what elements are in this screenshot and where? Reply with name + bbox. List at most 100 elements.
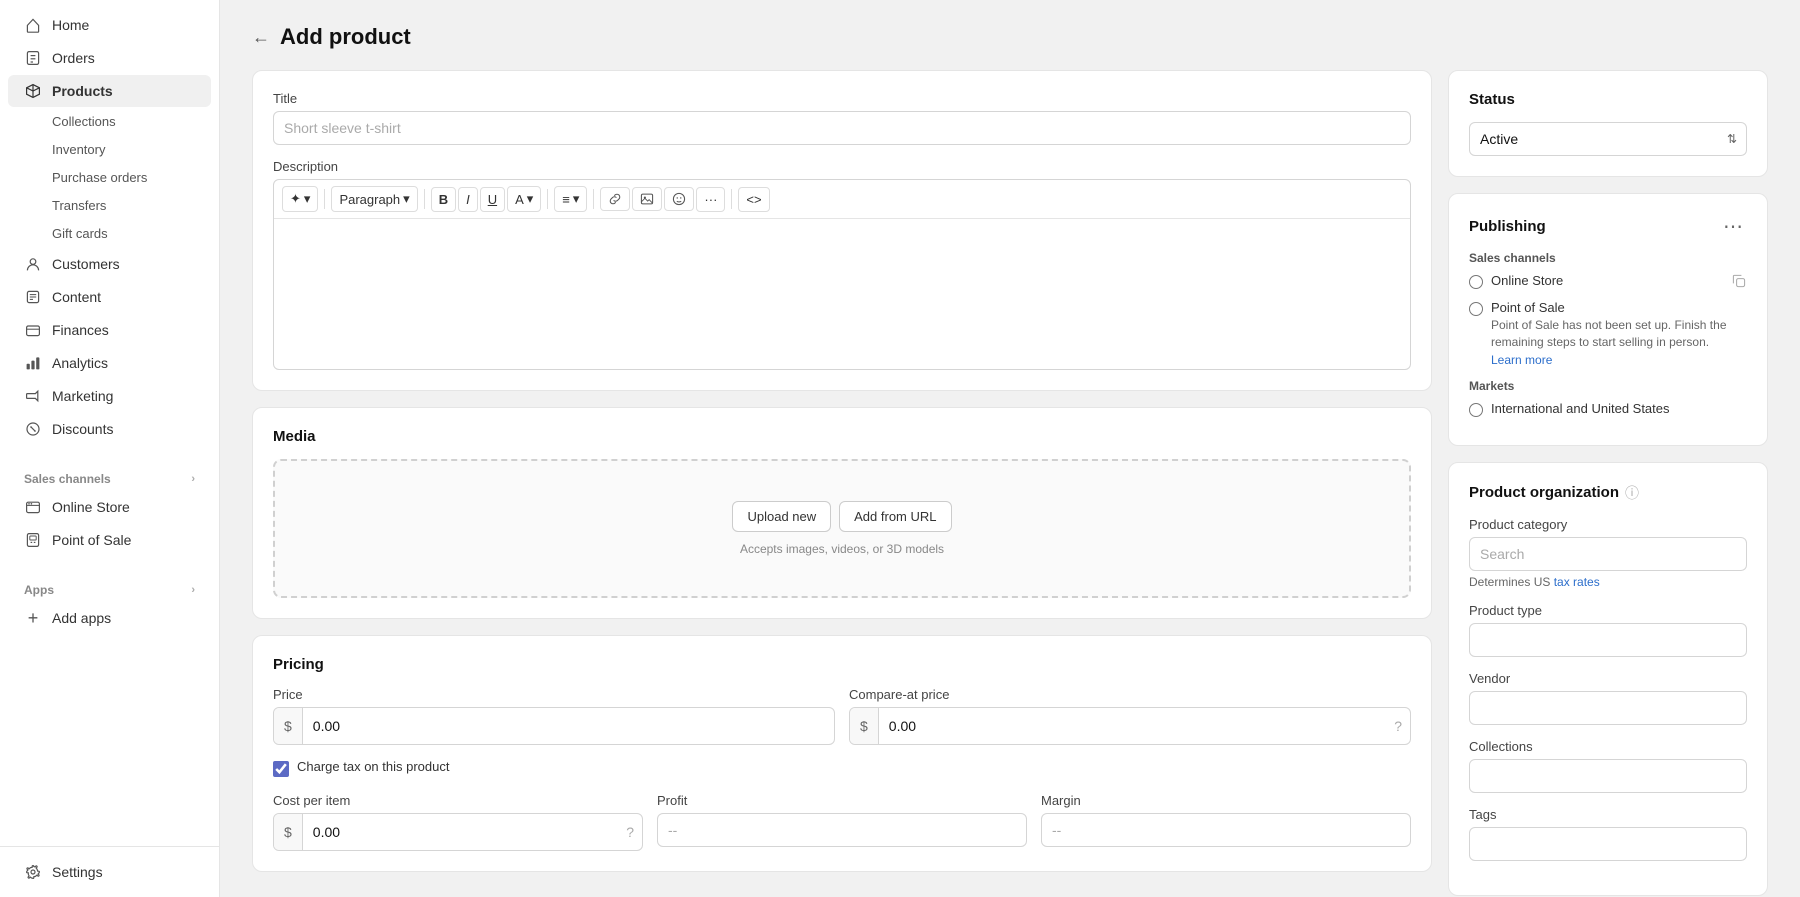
intl-us-radio[interactable] [1469,403,1483,417]
tags-input[interactable] [1469,827,1747,861]
pricing-bottom-row: Cost per item $ ? Profit Margin [273,793,1411,851]
media-upload-btns: Upload new Add from URL [732,501,951,532]
pos-icon [24,531,42,549]
align-btn[interactable]: ≡ ▾ [554,186,587,212]
price-prefix: $ [274,708,303,744]
sidebar-item-products[interactable]: Products [8,75,211,107]
upload-new-btn[interactable]: Upload new [732,501,831,532]
back-button[interactable]: ← [252,27,270,48]
emoji-btn[interactable] [664,187,694,211]
intl-us-name: International and United States [1491,401,1670,416]
color-btn[interactable]: A ▾ [507,186,541,212]
sidebar-item-finances[interactable]: Finances [8,314,211,346]
sidebar-item-point-of-sale[interactable]: Point of Sale [8,524,211,556]
tax-rates-link[interactable]: tax rates [1554,575,1600,589]
copy-link-icon[interactable] [1731,273,1747,292]
category-input[interactable] [1469,537,1747,571]
finances-icon [24,321,42,339]
add-from-url-btn[interactable]: Add from URL [839,501,951,532]
vendor-label: Vendor [1469,671,1747,686]
sidebar-sub-gift-cards[interactable]: Gift cards [8,220,211,247]
more-btn[interactable]: ··· [696,187,725,212]
price-input[interactable] [303,710,834,742]
pos-radio[interactable] [1469,302,1483,316]
code-btn[interactable]: <> [738,187,769,212]
vendor-input[interactable] [1469,691,1747,725]
chevron-apps-icon: › [191,584,195,596]
status-select[interactable]: Active Draft [1469,122,1747,156]
products-label: Products [52,83,113,99]
gift-cards-label: Gift cards [52,226,108,241]
product-type-label: Product type [1469,603,1747,618]
customers-label: Customers [52,256,120,272]
sidebar-sub-inventory[interactable]: Inventory [8,136,211,163]
underline-btn[interactable]: U [480,187,505,212]
cost-input[interactable] [303,816,618,848]
sidebar-sub-purchase-orders[interactable]: Purchase orders [8,164,211,191]
sidebar-item-customers[interactable]: Customers [8,248,211,280]
ai-btn[interactable]: ✦ ▾ [282,186,318,212]
charge-tax-checkbox[interactable] [273,761,289,777]
org-card: Product organization ⓘ Product category … [1448,462,1768,896]
settings-icon [24,863,42,881]
media-upload-area: Upload new Add from URL Accepts images, … [273,459,1411,598]
sidebar-item-settings[interactable]: Settings [8,856,211,888]
product-type-field: Product type [1469,603,1747,657]
pos-desc: Point of Sale has not been set up. Finis… [1491,317,1747,351]
compare-price-field: Compare-at price $ ? [849,687,1411,745]
charge-tax-row: Charge tax on this product [273,759,1411,779]
link-btn[interactable] [600,187,630,211]
compare-price-info-icon: ? [1386,718,1410,734]
settings-label: Settings [52,864,103,880]
publishing-menu-btn[interactable]: ⋯ [1719,214,1747,239]
customers-icon [24,255,42,273]
image-btn[interactable] [632,187,662,211]
publishing-header: Publishing ⋯ [1469,214,1747,239]
sidebar-item-analytics[interactable]: Analytics [8,347,211,379]
sidebar-item-home[interactable]: Home [8,9,211,41]
page-title: Add product [280,24,411,50]
publishing-card: Publishing ⋯ Sales channels Online Store [1448,193,1768,446]
media-title: Media [273,428,1411,445]
collections-field: Collections [1469,739,1747,793]
cost-label: Cost per item [273,793,643,808]
title-input[interactable] [273,111,1411,145]
title-label: Title [273,91,1411,106]
collections-input[interactable] [1469,759,1747,793]
product-type-input[interactable] [1469,623,1747,657]
separator-3 [547,189,548,209]
publishing-title: Publishing [1469,218,1546,235]
tags-label: Tags [1469,807,1747,822]
compare-price-input[interactable] [879,710,1386,742]
home-label: Home [52,17,89,33]
sidebar-item-add-apps[interactable]: + Add apps [8,602,211,634]
sidebar-item-discounts[interactable]: Discounts [8,413,211,445]
pricing-title: Pricing [273,656,1411,673]
org-info-icon[interactable]: ⓘ [1625,483,1639,503]
sidebar-item-online-store[interactable]: Online Store [8,491,211,523]
sidebar-sub-collections[interactable]: Collections [8,108,211,135]
category-field: Product category Determines US tax rates [1469,517,1747,589]
paragraph-btn[interactable]: Paragraph ▾ [331,186,417,212]
separator-2 [424,189,425,209]
category-label: Product category [1469,517,1747,532]
sidebar-item-marketing[interactable]: Marketing [8,380,211,412]
description-body[interactable] [274,219,1410,369]
online-store-channel: Online Store [1469,273,1747,292]
right-column: Status Active Draft Publishing ⋯ Sales c… [1448,70,1768,897]
pos-learn-more-link[interactable]: Learn more [1491,353,1552,367]
collections-label: Collections [52,114,116,129]
online-store-radio[interactable] [1469,275,1483,289]
price-input-wrap: $ [273,707,835,745]
finances-label: Finances [52,322,109,338]
bold-btn[interactable]: B [431,187,456,212]
intl-us-channel: International and United States [1469,401,1747,417]
sidebar-item-orders[interactable]: Orders [8,42,211,74]
italic-btn[interactable]: I [458,187,478,212]
inventory-label: Inventory [52,142,105,157]
margin-label: Margin [1041,793,1411,808]
sidebar-sub-transfers[interactable]: Transfers [8,192,211,219]
sidebar-item-content[interactable]: Content [8,281,211,313]
compare-price-input-wrap: $ ? [849,707,1411,745]
compare-price-prefix: $ [850,708,879,744]
